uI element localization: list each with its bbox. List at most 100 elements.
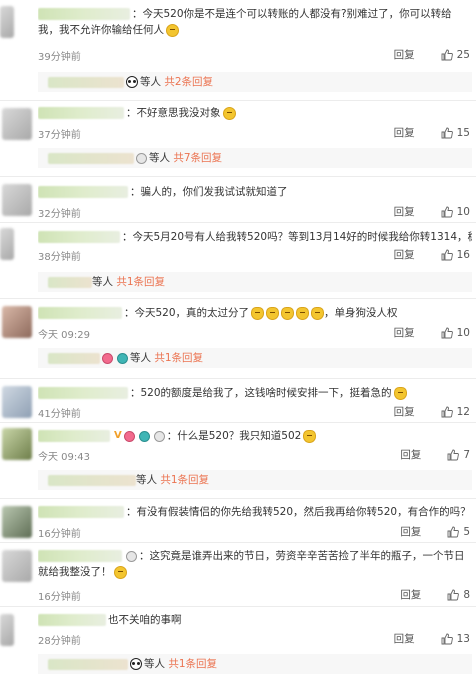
username[interactable]	[38, 8, 130, 20]
like-count: 10	[456, 326, 470, 339]
comment-text: ：骗人的，你们发我试试就知道了	[38, 184, 472, 200]
username[interactable]	[38, 506, 124, 518]
timestamp: 16分钟前	[38, 529, 81, 540]
comment-actions: 回复 5	[400, 524, 470, 539]
comment-text: 也不关咱的事啊	[38, 612, 472, 628]
thumbs-up-icon	[447, 449, 460, 460]
comment-actions: 回复 12	[394, 404, 470, 419]
username[interactable]	[38, 107, 124, 119]
username[interactable]	[38, 186, 128, 198]
reply-button[interactable]: 回复	[394, 404, 415, 419]
like-count: 12	[456, 405, 470, 418]
comment-actions: 回复 25	[394, 47, 470, 62]
comment-actions: 回复 7	[400, 447, 470, 462]
thumbs-up-icon	[441, 206, 453, 217]
sub-reply-summary[interactable]: 等人 共1条回复	[38, 272, 472, 292]
thumbs-up-icon	[447, 526, 460, 537]
comment-actions: 回复 16	[394, 247, 470, 262]
reply-button[interactable]: 回复	[394, 47, 415, 62]
like-button[interactable]: 15	[441, 127, 470, 139]
like-button[interactable]: 25	[441, 49, 470, 61]
like-button[interactable]: 5	[447, 526, 470, 538]
comment-text: ：520的额度是给我了，这钱啥时候安排一下，挺着急的	[38, 385, 472, 401]
comment-actions: 回复 10	[394, 204, 470, 219]
divider	[0, 542, 476, 543]
like-count: 8	[463, 588, 470, 601]
vip-badge-icon: V	[114, 430, 122, 441]
reply-button[interactable]: 回复	[394, 325, 415, 340]
reply-button[interactable]: 回复	[394, 631, 415, 646]
reply-button[interactable]: 回复	[394, 204, 415, 219]
like-button[interactable]: 10	[441, 327, 470, 339]
panda-badge-icon	[130, 658, 142, 670]
like-button[interactable]: 7	[447, 449, 470, 461]
heart-badge-icon	[123, 430, 135, 442]
sub-reply-summary[interactable]: 等人 共7条回复	[38, 148, 472, 168]
comment-text: ：有没有假装情侣的你先给我转520，然后我再给你转520，有合作的吗？	[38, 504, 472, 520]
cat-emoji-icon	[393, 386, 407, 400]
avatar[interactable]	[0, 228, 14, 260]
comment-text: ：今天520你是不是连个可以转账的人都没有?别难过了，你可以转给我，我不允许你输…	[38, 8, 452, 37]
comment-text: ：今天520，真的太过分了 ，单身狗没人权	[38, 305, 472, 321]
avatar[interactable]	[2, 550, 32, 582]
avatar[interactable]	[0, 6, 14, 38]
username[interactable]	[38, 614, 106, 626]
divider	[0, 176, 476, 177]
comment-text: ：今天5月20号有人给我转520吗？等到13月14好的时候我给你转1314，稳赚	[38, 229, 472, 245]
sub-reply-summary[interactable]: 等人 共1条回复	[38, 654, 472, 674]
like-count: 5	[463, 525, 470, 538]
comment-actions: 回复 8	[400, 587, 470, 602]
heart-badge-icon	[102, 352, 113, 364]
username[interactable]	[38, 550, 122, 562]
comment-actions: 回复 15	[394, 125, 470, 140]
avatar[interactable]	[2, 184, 32, 216]
comment-actions: 回复 10	[394, 325, 470, 340]
eye-badge-icon	[138, 430, 150, 442]
comment-text: ：这究竟是谁弄出来的节日，劳资辛辛苦苦捡了半年的瓶子，一个节日就给我整没了！	[38, 550, 465, 579]
timestamp: 今天 09:43	[38, 452, 90, 463]
divider	[0, 100, 476, 101]
like-count: 13	[456, 632, 470, 645]
grin-emoji-icon	[166, 23, 179, 37]
avatar[interactable]	[2, 306, 32, 338]
sub-reply-users	[48, 152, 134, 164]
username[interactable]	[38, 430, 110, 442]
like-button[interactable]: 8	[447, 589, 470, 601]
thumbs-up-icon	[441, 49, 453, 60]
thumbs-up-icon	[441, 249, 453, 260]
sub-reply-summary[interactable]: 等人 共1条回复	[38, 348, 472, 368]
avatar[interactable]	[2, 108, 32, 140]
like-button[interactable]: 10	[441, 206, 470, 218]
reply-button[interactable]: 回复	[394, 125, 415, 140]
like-button[interactable]: 13	[441, 633, 470, 645]
avatar[interactable]	[2, 506, 32, 538]
timestamp: 39分钟前	[38, 52, 81, 63]
divider	[0, 378, 476, 379]
thumbs-up-icon	[441, 633, 453, 644]
username[interactable]	[38, 387, 128, 399]
cat-emoji-icon	[251, 306, 265, 320]
like-button[interactable]: 16	[441, 249, 470, 261]
sub-reply-summary[interactable]: 等人 共1条回复	[38, 470, 472, 490]
reply-button[interactable]: 回复	[394, 247, 415, 262]
like-count: 10	[456, 205, 470, 218]
timestamp: 37分钟前	[38, 130, 81, 141]
reply-button[interactable]: 回复	[400, 587, 421, 602]
divider	[0, 422, 476, 423]
panda-badge-icon	[126, 76, 138, 88]
username[interactable]	[38, 231, 120, 243]
thumbs-up-icon	[441, 406, 453, 417]
avatar[interactable]	[0, 614, 14, 646]
medal-badge-icon	[126, 550, 137, 562]
avatar[interactable]	[2, 386, 32, 418]
cat-emoji-icon	[281, 306, 295, 320]
like-count: 7	[463, 448, 470, 461]
reply-button[interactable]: 回复	[400, 524, 421, 539]
username[interactable]	[38, 307, 122, 319]
sub-reply-summary[interactable]: 等人 共2条回复	[38, 72, 472, 92]
like-button[interactable]: 12	[441, 406, 470, 418]
divider	[0, 222, 476, 223]
reply-button[interactable]: 回复	[400, 447, 421, 462]
avatar[interactable]	[2, 428, 32, 460]
cat-emoji-icon	[266, 306, 280, 320]
